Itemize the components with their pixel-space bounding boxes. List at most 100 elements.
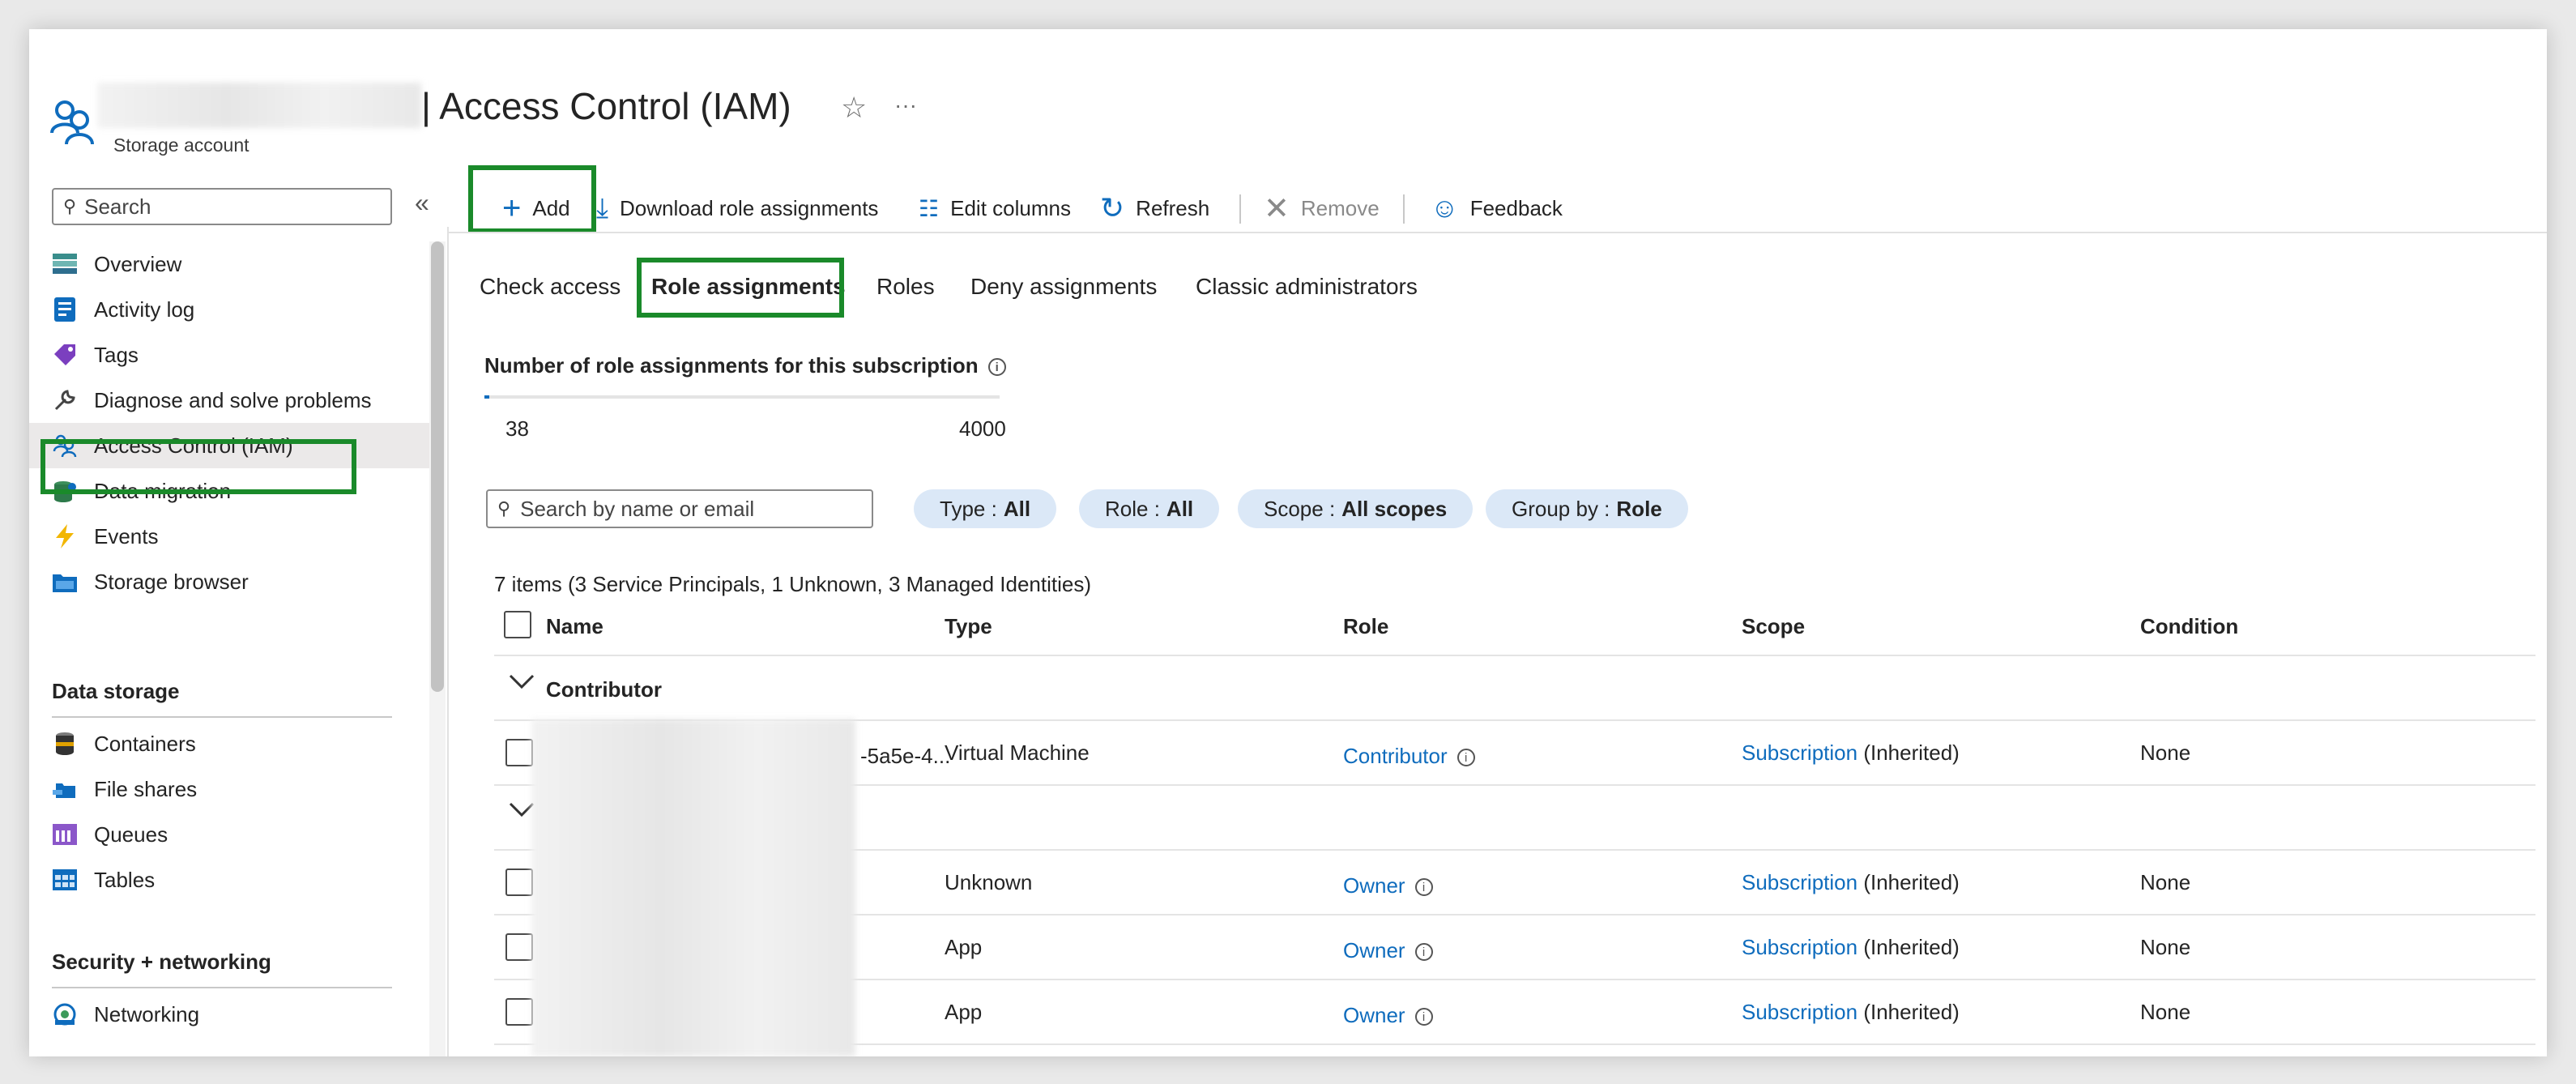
role-link[interactable]: Contributor: [1343, 744, 1448, 768]
names-redacted: [531, 719, 855, 1056]
data-storage-menu: Containers File shares Queues Tables: [52, 721, 408, 903]
chevron-down-icon[interactable]: [505, 666, 538, 698]
feedback-icon: ☺: [1431, 192, 1459, 224]
row-type: App: [945, 935, 983, 959]
sidebar-item-storage-browser[interactable]: Storage browser: [52, 559, 433, 604]
download-icon: ⤓: [596, 192, 609, 224]
sidebar-item-containers[interactable]: Containers: [52, 721, 408, 766]
file-shares-icon: [52, 776, 78, 802]
more-icon[interactable]: ···: [894, 92, 917, 118]
overview-icon: [52, 251, 78, 277]
row-checkbox[interactable]: [505, 868, 533, 896]
resource-type: Storage account: [113, 134, 249, 156]
scope-link[interactable]: Subscription: [1742, 740, 1857, 765]
info-icon[interactable]: i: [1414, 878, 1433, 897]
collapse-sidebar-icon[interactable]: «: [415, 188, 429, 218]
scope-link[interactable]: Subscription: [1742, 1000, 1857, 1024]
type-filter[interactable]: Type : All: [914, 489, 1057, 528]
sidebar-item-events[interactable]: Events: [52, 514, 433, 559]
row-type: Virtual Machine: [945, 740, 1090, 765]
row-role: Owner i: [1343, 938, 1433, 963]
row-condition: None: [2140, 870, 2191, 894]
scope-link[interactable]: Subscription: [1742, 935, 1857, 959]
row-condition: None: [2140, 740, 2191, 765]
sidebar-search[interactable]: ⚲ Search: [52, 188, 392, 225]
sidebar-item-tags[interactable]: Tags: [52, 332, 433, 378]
sidebar-item-label: Tags: [94, 342, 139, 367]
scope-link[interactable]: Subscription: [1742, 870, 1857, 894]
sidebar-item-file-shares[interactable]: File shares: [52, 766, 408, 812]
refresh-label: Refresh: [1136, 195, 1210, 220]
row-checkbox[interactable]: [505, 998, 533, 1026]
row-scope: Subscription (Inherited): [1742, 1000, 1960, 1025]
close-icon: ✕: [1264, 191, 1290, 226]
star-icon[interactable]: ☆: [841, 91, 867, 125]
column-header-condition[interactable]: Condition: [2140, 614, 2238, 639]
search-by-name-placeholder: Search by name or email: [520, 496, 755, 521]
sidebar-item-label: File shares: [94, 776, 198, 801]
remove-button[interactable]: ✕ Remove: [1264, 188, 1380, 228]
role-link[interactable]: Owner: [1343, 873, 1405, 898]
info-icon[interactable]: i: [987, 358, 1006, 377]
highlight-access-control: [41, 439, 356, 494]
role-filter[interactable]: Role : All: [1079, 489, 1220, 528]
sidebar-item-label: Tables: [94, 867, 156, 892]
role-assignment-quota-label: Number of role assignments for this subs…: [484, 353, 1006, 378]
sidebar-item-label: Overview: [94, 251, 182, 276]
quota-progress-fill: [484, 395, 490, 399]
role-link[interactable]: Owner: [1343, 1003, 1405, 1027]
column-header-name[interactable]: Name: [546, 614, 603, 639]
column-header-scope[interactable]: Scope: [1742, 614, 1805, 639]
tables-icon: [52, 867, 78, 893]
select-all-checkbox[interactable]: [504, 611, 531, 638]
row-checkbox[interactable]: [505, 933, 533, 961]
row-name-suffix: -5a5e-4...: [860, 744, 951, 768]
info-icon[interactable]: i: [1414, 1008, 1433, 1026]
sidebar-menu: Overview Activity log Tags Diagnose and …: [29, 241, 433, 604]
row-role: Owner i: [1343, 873, 1433, 898]
tab-roles[interactable]: Roles: [876, 274, 935, 300]
refresh-icon: ↻: [1100, 191, 1125, 224]
sidebar-item-networking[interactable]: Networking: [52, 992, 408, 1037]
row-checkbox[interactable]: [505, 739, 533, 766]
tab-classic-administrators[interactable]: Classic administrators: [1196, 274, 1418, 300]
info-icon[interactable]: i: [1414, 943, 1433, 962]
highlight-add-button: [468, 165, 596, 233]
search-by-name-input[interactable]: ⚲ Search by name or email: [486, 489, 873, 528]
download-button-label: Download role assignments: [620, 195, 879, 220]
feedback-label: Feedback: [1469, 195, 1563, 220]
column-header-role[interactable]: Role: [1343, 614, 1388, 639]
section-divider: [52, 716, 392, 718]
networking-icon: [52, 1001, 78, 1027]
sidebar-item-label: Activity log: [94, 297, 195, 322]
row-role: Owner i: [1343, 1003, 1433, 1028]
group-by-filter[interactable]: Group by : Role: [1486, 489, 1688, 528]
sidebar-scrollbar-thumb[interactable]: [431, 241, 444, 692]
activity-log-icon: [52, 297, 78, 322]
info-icon[interactable]: i: [1456, 749, 1475, 767]
resource-icon: [49, 97, 97, 146]
scope-filter[interactable]: Scope : All scopes: [1238, 489, 1474, 528]
items-summary: 7 items (3 Service Principals, 1 Unknown…: [494, 572, 1092, 596]
tab-deny-assignments[interactable]: Deny assignments: [970, 274, 1157, 300]
sidebar-item-overview[interactable]: Overview: [52, 241, 433, 287]
columns-icon: ☷: [919, 195, 940, 221]
download-role-assignments-button[interactable]: ⤓ Download role assignments: [596, 188, 878, 228]
sidebar-item-tables[interactable]: Tables: [52, 857, 408, 903]
feedback-button[interactable]: ☺ Feedback: [1431, 188, 1563, 228]
refresh-button[interactable]: ↻ Refresh: [1100, 188, 1209, 228]
sidebar-item-label: Containers: [94, 731, 196, 756]
tab-check-access[interactable]: Check access: [480, 274, 621, 300]
edit-columns-button[interactable]: ☷ Edit columns: [919, 188, 1071, 228]
sidebar-item-queues[interactable]: Queues: [52, 812, 408, 857]
role-link[interactable]: Owner: [1343, 938, 1405, 962]
page-title: | Access Control (IAM): [421, 85, 791, 127]
sidebar-item-diagnose[interactable]: Diagnose and solve problems: [52, 378, 433, 423]
column-header-type[interactable]: Type: [945, 614, 992, 639]
sidebar-item-activity-log[interactable]: Activity log: [52, 287, 433, 332]
queues-icon: [52, 822, 78, 847]
edit-columns-label: Edit columns: [950, 195, 1071, 220]
lightning-icon: [52, 523, 78, 549]
sidebar-item-label: Storage browser: [94, 569, 249, 594]
row-type: App: [945, 1000, 983, 1024]
